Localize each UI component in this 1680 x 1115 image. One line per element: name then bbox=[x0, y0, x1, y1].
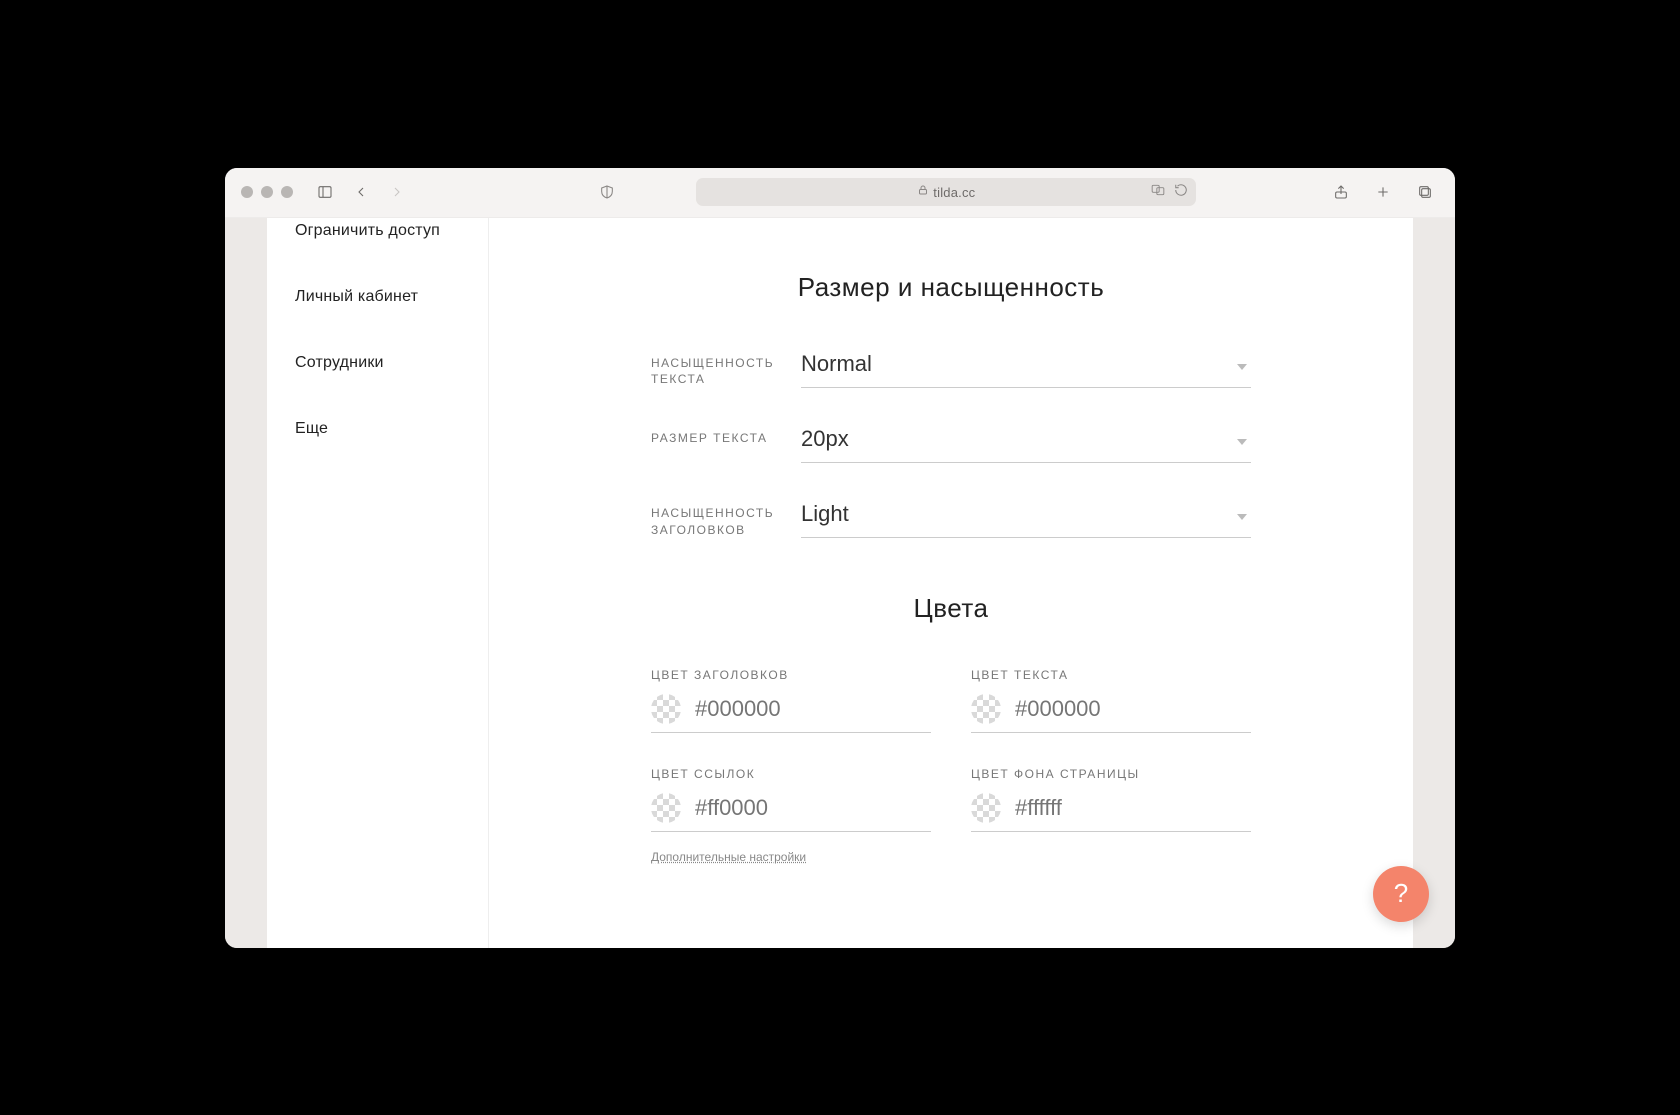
help-icon: ? bbox=[1394, 878, 1408, 909]
browser-toolbar: tilda.cc bbox=[225, 168, 1455, 218]
sidebar-item-more[interactable]: Еще bbox=[295, 396, 488, 462]
field-head-weight-row: НАСЫЩЕННОСТЬ ЗАГОЛОВКОВ Light bbox=[651, 497, 1251, 539]
sidebar-item-account[interactable]: Личный кабинет bbox=[295, 264, 488, 330]
section-title-size: Размер и насыщенность bbox=[519, 272, 1383, 303]
advanced-settings-link[interactable]: Дополнительные настройки bbox=[651, 850, 1251, 864]
address-bar[interactable]: tilda.cc bbox=[696, 178, 1196, 206]
size-form: НАСЫЩЕННОСТЬ ТЕКСТА Normal РАЗМЕР ТЕКСТА… bbox=[651, 347, 1251, 539]
chevron-down-icon bbox=[1237, 514, 1247, 520]
sidebar-toggle-button[interactable] bbox=[311, 180, 339, 204]
sidebar-item-label: Сотрудники bbox=[295, 354, 384, 371]
bg-color-input[interactable] bbox=[1015, 795, 1251, 821]
field-bg-color: ЦВЕТ ФОНА СТРАНИЦЫ bbox=[971, 767, 1251, 832]
color-swatch[interactable] bbox=[971, 793, 1001, 823]
link-color-input[interactable] bbox=[695, 795, 931, 821]
chevron-down-icon bbox=[1237, 364, 1247, 370]
text-weight-select[interactable]: Normal bbox=[801, 347, 1251, 388]
privacy-shield-icon[interactable] bbox=[593, 180, 621, 204]
color-swatch[interactable] bbox=[971, 694, 1001, 724]
sidebar-item-label: Личный кабинет bbox=[295, 288, 418, 305]
window-controls bbox=[241, 186, 293, 198]
heading-color-input[interactable] bbox=[695, 696, 931, 722]
color-swatch[interactable] bbox=[651, 793, 681, 823]
text-color-input[interactable] bbox=[1015, 696, 1251, 722]
close-window-button[interactable] bbox=[241, 186, 253, 198]
address-domain: tilda.cc bbox=[933, 185, 975, 200]
sidebar-item-label: Ограничить доступ bbox=[295, 222, 440, 239]
color-swatch[interactable] bbox=[651, 694, 681, 724]
lock-icon bbox=[917, 183, 929, 201]
select-value: Light bbox=[801, 501, 849, 526]
link-label: Дополнительные настройки bbox=[651, 850, 806, 864]
settings-main: Размер и насыщенность НАСЫЩЕННОСТЬ ТЕКСТ… bbox=[489, 218, 1413, 948]
new-tab-button[interactable] bbox=[1369, 180, 1397, 204]
heading-weight-select[interactable]: Light bbox=[801, 497, 1251, 538]
colors-form: ЦВЕТ ЗАГОЛОВКОВ ЦВЕТ ТЕКСТА bbox=[651, 668, 1251, 832]
translate-icon[interactable] bbox=[1150, 183, 1166, 202]
minimize-window-button[interactable] bbox=[261, 186, 273, 198]
field-label: ЦВЕТ ТЕКСТА bbox=[971, 668, 1251, 682]
forward-button[interactable] bbox=[383, 180, 411, 204]
page-viewport: Ограничить доступ Личный кабинет Сотрудн… bbox=[225, 218, 1455, 948]
field-label: ЦВЕТ ЗАГОЛОВКОВ bbox=[651, 668, 931, 682]
field-link-color: ЦВЕТ ССЫЛОК bbox=[651, 767, 931, 832]
field-text-size-row: РАЗМЕР ТЕКСТА 20px bbox=[651, 422, 1251, 463]
sidebar-item-staff[interactable]: Сотрудники bbox=[295, 330, 488, 396]
select-value: Normal bbox=[801, 351, 872, 376]
browser-window: tilda.cc Огран bbox=[225, 168, 1455, 948]
zoom-window-button[interactable] bbox=[281, 186, 293, 198]
select-value: 20px bbox=[801, 426, 849, 451]
field-label: ЦВЕТ ССЫЛОК bbox=[651, 767, 931, 781]
share-button[interactable] bbox=[1327, 180, 1355, 204]
field-text-weight-row: НАСЫЩЕННОСТЬ ТЕКСТА Normal bbox=[651, 347, 1251, 389]
tabs-overview-button[interactable] bbox=[1411, 180, 1439, 204]
field-label: РАЗМЕР ТЕКСТА bbox=[651, 422, 801, 447]
reload-icon[interactable] bbox=[1174, 183, 1188, 202]
help-button[interactable]: ? bbox=[1373, 866, 1429, 922]
text-size-select[interactable]: 20px bbox=[801, 422, 1251, 463]
field-heading-color: ЦВЕТ ЗАГОЛОВКОВ bbox=[651, 668, 931, 733]
section-title-colors: Цвета bbox=[519, 593, 1383, 624]
settings-sidebar: Ограничить доступ Личный кабинет Сотрудн… bbox=[267, 218, 489, 948]
back-button[interactable] bbox=[347, 180, 375, 204]
sidebar-item-access[interactable]: Ограничить доступ bbox=[295, 218, 488, 264]
page-content: Ограничить доступ Личный кабинет Сотрудн… bbox=[267, 218, 1413, 948]
field-label: НАСЫЩЕННОСТЬ ЗАГОЛОВКОВ bbox=[651, 497, 801, 539]
field-text-color: ЦВЕТ ТЕКСТА bbox=[971, 668, 1251, 733]
sidebar-item-label: Еще bbox=[295, 420, 328, 437]
field-label: ЦВЕТ ФОНА СТРАНИЦЫ bbox=[971, 767, 1251, 781]
field-label: НАСЫЩЕННОСТЬ ТЕКСТА bbox=[651, 347, 801, 389]
chevron-down-icon bbox=[1237, 439, 1247, 445]
